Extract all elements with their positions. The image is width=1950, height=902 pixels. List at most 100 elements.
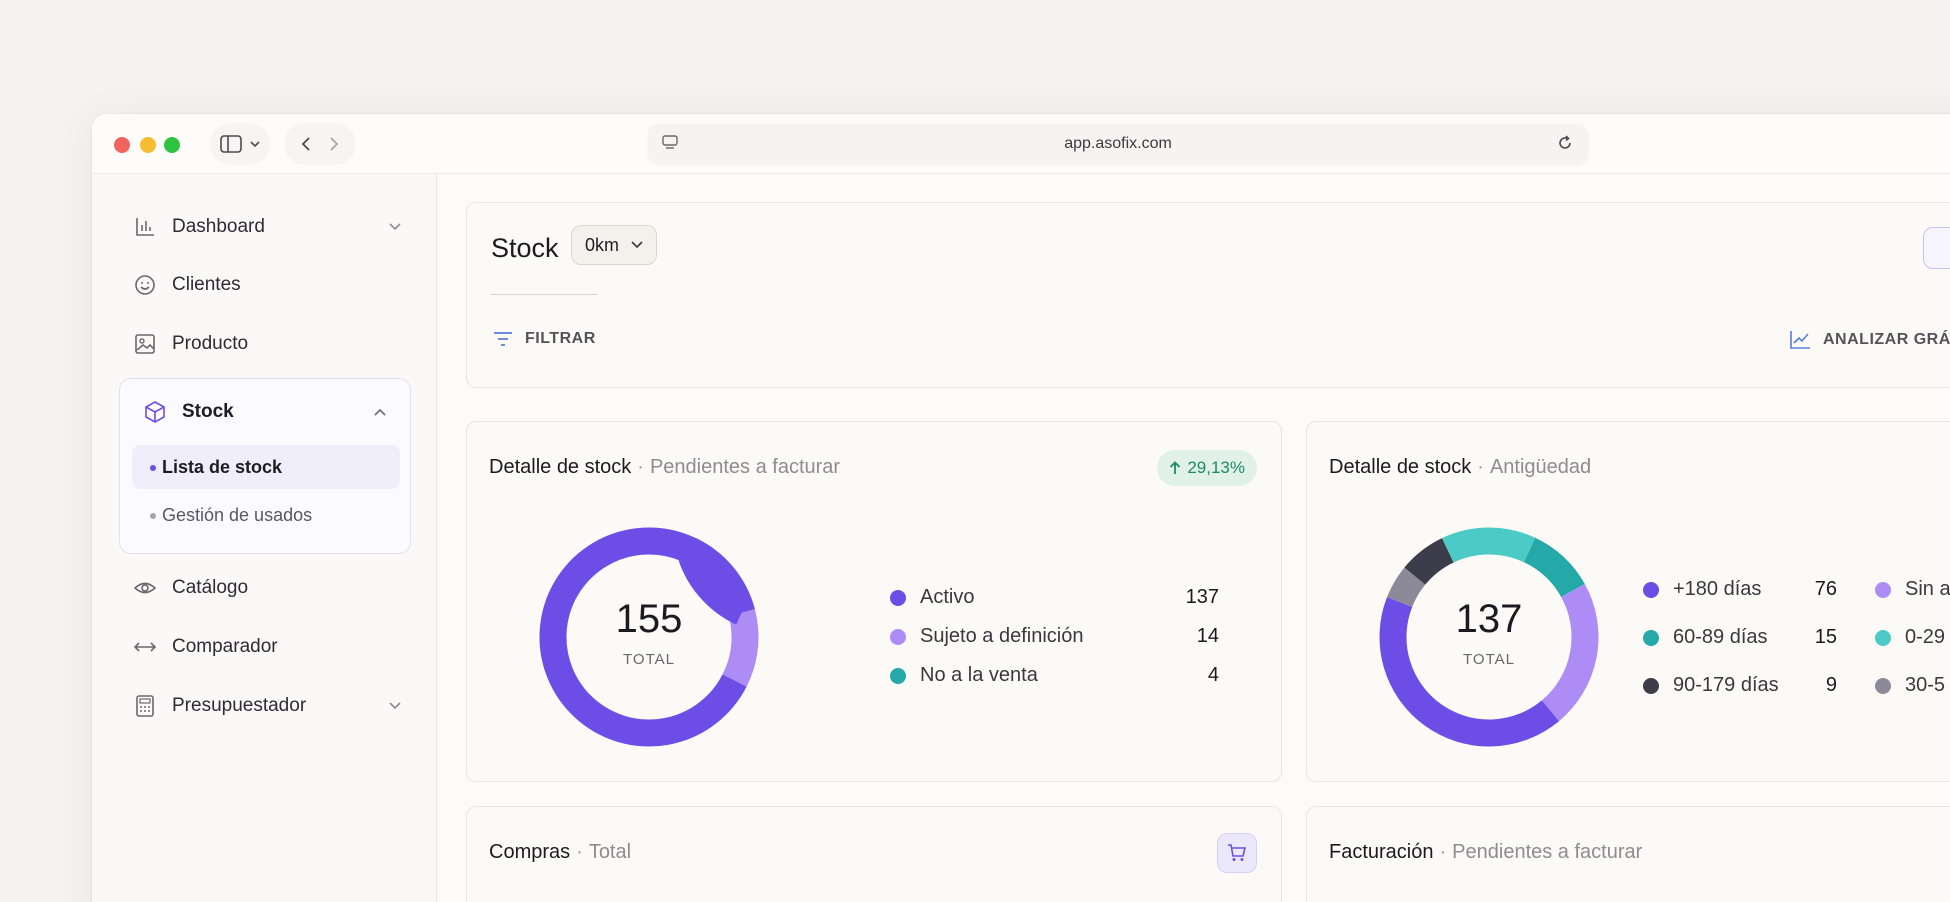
- bullet: [150, 513, 156, 519]
- chevron-down-icon: [250, 141, 260, 148]
- subitem-label: Gestión de usados: [162, 504, 313, 525]
- reload-icon[interactable]: [1556, 134, 1574, 152]
- card-subtitle: Pendientes a facturar: [649, 456, 841, 478]
- legend-item: 0-29: [1875, 626, 1945, 649]
- calculator-icon: [132, 693, 158, 719]
- zoom-window-button[interactable]: [164, 137, 180, 153]
- analyze-charts-button[interactable]: ANALIZAR GRÁ: [1789, 330, 1950, 350]
- header-action-button[interactable]: [1923, 227, 1950, 269]
- legend-swatch: [1643, 581, 1659, 598]
- legend-swatch: [1875, 581, 1891, 598]
- legend-value: 9: [1825, 674, 1837, 696]
- card-title: Detalle de stock · Pendientes a facturar: [489, 456, 840, 479]
- eye-icon: [132, 575, 158, 601]
- legend-label: No a la venta: [920, 664, 1038, 686]
- donut-total-label: TOTAL: [623, 651, 675, 668]
- legend-label: Sin a: [1905, 578, 1950, 600]
- growth-badge: 29,13%: [1157, 450, 1257, 486]
- card-subtitle: Total: [588, 841, 632, 863]
- donut-total: 137: [1455, 597, 1523, 641]
- card-title-main: Detalle de stock: [489, 456, 632, 478]
- arrow-up-icon: [1170, 461, 1181, 474]
- legend-swatch: [1875, 677, 1891, 694]
- sidebar-item-label: Catálogo: [172, 577, 249, 598]
- title-separator: ·: [576, 841, 583, 863]
- page-settings-icon[interactable]: [662, 135, 680, 151]
- title-separator: ·: [637, 456, 644, 478]
- sidebar-item-presupuestador[interactable]: Presupuestador: [132, 691, 402, 721]
- card-title: Facturación · Pendientes a facturar: [1329, 841, 1642, 864]
- donut-total: 155: [615, 597, 683, 641]
- legend-item: 60-89 días: [1643, 626, 1768, 649]
- sidebar-item-producto[interactable]: Producto: [132, 329, 248, 359]
- cart-icon: [1228, 844, 1247, 861]
- legend-item: 90-179 días: [1643, 674, 1779, 697]
- sidebar-item-label: Stock: [182, 401, 234, 422]
- sidebar-toggle-button[interactable]: [210, 123, 270, 165]
- sidebar-item-catalogo[interactable]: Catálogo: [132, 573, 248, 603]
- back-arrow-icon[interactable]: [301, 136, 311, 152]
- filter-icon: [494, 332, 512, 346]
- donut-total-label: TOTAL: [1463, 651, 1515, 668]
- chevron-up-icon: [374, 408, 386, 416]
- sidebar-item-comparador[interactable]: Comparador: [132, 632, 278, 662]
- legend-value: 137: [1185, 586, 1219, 608]
- legend-item: 30-5: [1875, 674, 1945, 697]
- title-separator: ·: [1439, 841, 1447, 863]
- sidebar-item-label: Producto: [172, 333, 249, 354]
- legend-label: 30-5: [1905, 674, 1946, 696]
- chevron-down-icon: [389, 223, 401, 231]
- legend-label: 90-179 días: [1673, 674, 1779, 696]
- arrows-horizontal-icon: [132, 634, 158, 660]
- stock-section: Stock Lista de stock Gestión de usados: [119, 378, 411, 554]
- legend-swatch: [890, 628, 906, 645]
- line-chart-icon: [1790, 331, 1810, 349]
- chevron-down-icon: [389, 702, 401, 710]
- cart-button[interactable]: [1217, 833, 1257, 873]
- sidebar-item-stock[interactable]: Stock: [142, 397, 387, 427]
- sidebar-icon: [220, 135, 242, 153]
- address-bar[interactable]: app.asofix.com: [648, 124, 1588, 164]
- image-icon: [132, 331, 158, 357]
- card-title-main: Compras: [489, 841, 571, 863]
- card-title: Detalle de stock · Antigüedad: [1329, 456, 1591, 479]
- sidebar-subitem-gestion-de-usados[interactable]: Gestión de usados: [132, 493, 400, 537]
- sidebar-item-label: Presupuestador: [172, 695, 307, 716]
- legend-item: Sujeto a definición: [890, 625, 1083, 648]
- sidebar-subitem-lista-de-stock[interactable]: Lista de stock: [132, 445, 400, 489]
- legend-label: +180 días: [1673, 578, 1762, 600]
- billing-card: Facturación · Pendientes a facturar: [1306, 806, 1950, 902]
- filter-button[interactable]: FILTRAR: [493, 330, 596, 348]
- close-window-button[interactable]: [114, 137, 130, 153]
- legend-value: 14: [1196, 625, 1219, 647]
- sidebar-item-label: Comparador: [172, 636, 278, 657]
- card-subtitle: Pendientes a facturar: [1452, 841, 1643, 863]
- sidebar-item-dashboard[interactable]: Dashboard: [132, 212, 402, 242]
- bullet: [150, 465, 156, 471]
- legend-label: Activo: [920, 586, 975, 608]
- stock-type-select[interactable]: 0km: [571, 225, 657, 265]
- select-value: 0km: [584, 234, 619, 255]
- url-text: app.asofix.com: [1064, 135, 1172, 152]
- sidebar: Dashboard Clientes Producto Stock Lista …: [92, 174, 437, 902]
- analyze-label: ANALIZAR GRÁ: [1823, 331, 1950, 348]
- card-title: Compras · Total: [489, 841, 631, 864]
- card-title-main: Detalle de stock: [1329, 456, 1472, 478]
- card-title-main: Facturación: [1329, 841, 1434, 863]
- page-title: Stock: [491, 233, 559, 263]
- forward-arrow-icon[interactable]: [329, 136, 339, 152]
- donut-chart-2: 137 TOTAL: [1379, 527, 1599, 747]
- stock-detail-pending-card: Detalle de stock · Pendientes a facturar 2…: [466, 421, 1282, 782]
- legend-value: 15: [1814, 626, 1837, 648]
- legend-swatch: [890, 667, 906, 684]
- legend-swatch: [1643, 677, 1659, 694]
- legend-value: 76: [1814, 578, 1837, 600]
- minimize-window-button[interactable]: [140, 137, 156, 153]
- donut-chart-1: 155 TOTAL: [539, 527, 759, 747]
- browser-titlebar: app.asofix.com: [92, 114, 1950, 174]
- legend-label: 0-29: [1905, 626, 1946, 648]
- legend-value: 4: [1207, 664, 1219, 686]
- sidebar-item-clientes[interactable]: Clientes: [132, 270, 241, 300]
- legend-swatch: [890, 589, 906, 606]
- filter-label: FILTRAR: [525, 330, 596, 347]
